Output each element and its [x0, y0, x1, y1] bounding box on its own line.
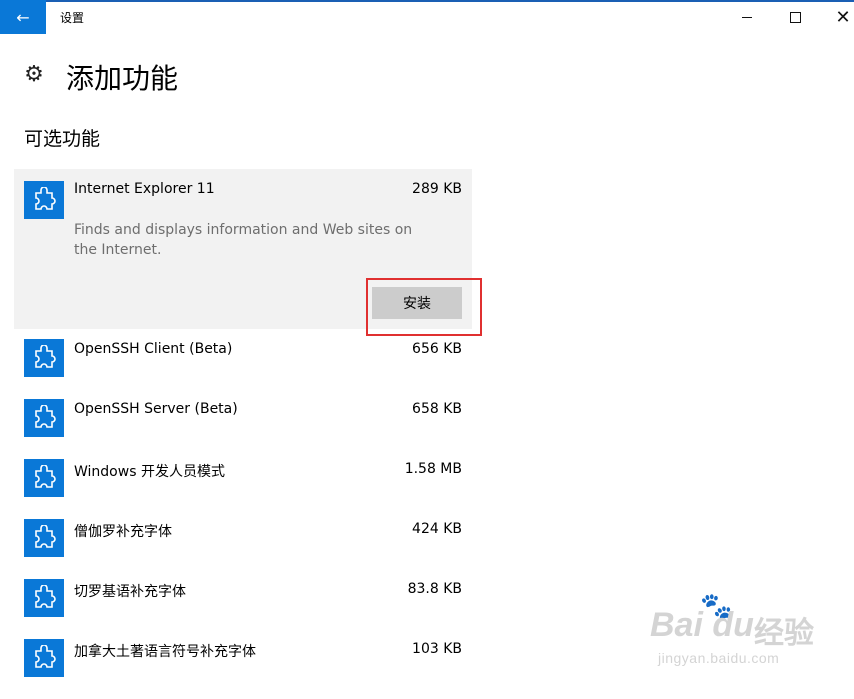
- watermark-url: jingyan.baidu.com: [658, 650, 780, 666]
- puzzle-piece-icon: [35, 187, 56, 210]
- puzzle-piece-icon: [24, 181, 64, 219]
- highlight-annotation-box: [366, 278, 482, 336]
- puzzle-piece-icon: [35, 585, 56, 608]
- optional-features-list: Internet Explorer 11 289 KB Finds and di…: [14, 169, 472, 699]
- feature-name: 切罗基语补充字体: [74, 584, 186, 600]
- feature-size: 424 KB: [412, 521, 462, 537]
- back-button[interactable]: ←: [0, 0, 46, 34]
- puzzle-piece-icon: [35, 645, 56, 668]
- watermark-logo: Bai du: [650, 606, 754, 644]
- close-button[interactable]: ✕: [820, 0, 854, 34]
- puzzle-piece-icon: [35, 465, 56, 488]
- feature-size: 83.8 KB: [407, 581, 462, 597]
- puzzle-piece-icon: [35, 525, 56, 548]
- section-title: 可选功能: [24, 128, 101, 150]
- puzzle-piece-icon: [35, 345, 56, 368]
- feature-size: 656 KB: [412, 341, 462, 357]
- feature-name: OpenSSH Client (Beta): [74, 341, 233, 357]
- window-title: 设置: [60, 11, 85, 25]
- watermark-brand: 经验: [754, 616, 814, 651]
- feature-item[interactable]: Windows 开发人员模式 1.58 MB: [14, 459, 472, 519]
- puzzle-piece-icon: [24, 579, 64, 617]
- feature-size: 103 KB: [412, 641, 462, 657]
- feature-name: OpenSSH Server (Beta): [74, 401, 238, 417]
- feature-size: 658 KB: [412, 401, 462, 417]
- puzzle-piece-icon: [24, 339, 64, 377]
- maximize-icon: [789, 11, 801, 23]
- puzzle-piece-icon: [24, 399, 64, 437]
- page-title: 添加功能: [66, 62, 179, 95]
- feature-name: Internet Explorer 11: [74, 181, 215, 197]
- maximize-button[interactable]: [772, 0, 818, 34]
- watermark: 🐾 Bai du 经验 jingyan.baidu.com: [650, 592, 850, 688]
- close-icon: ✕: [835, 6, 851, 28]
- feature-item[interactable]: 僧伽罗补充字体 424 KB: [14, 519, 472, 579]
- puzzle-piece-icon: [35, 405, 56, 428]
- title-bar: ← 设置 ✕: [0, 0, 854, 34]
- feature-name: Windows 开发人员模式: [74, 464, 225, 480]
- feature-description: Finds and displays information and Web s…: [74, 222, 413, 258]
- feature-name: 加拿大土著语言符号补充字体: [74, 644, 256, 660]
- minimize-icon: [742, 16, 752, 18]
- puzzle-piece-icon: [24, 519, 64, 557]
- puzzle-piece-icon: [24, 639, 64, 677]
- feature-item[interactable]: 加拿大土著语言符号补充字体 103 KB: [14, 639, 472, 699]
- feature-size: 289 KB: [412, 181, 462, 197]
- gear-icon: ⚙: [24, 62, 44, 87]
- feature-item[interactable]: 切罗基语补充字体 83.8 KB: [14, 579, 472, 639]
- arrow-left-icon: ←: [16, 7, 30, 27]
- feature-item[interactable]: OpenSSH Server (Beta) 658 KB: [14, 399, 472, 459]
- feature-item[interactable]: OpenSSH Client (Beta) 656 KB: [14, 339, 472, 399]
- feature-rows: OpenSSH Client (Beta) 656 KB OpenSSH Serve…: [14, 339, 472, 699]
- minimize-button[interactable]: [724, 0, 770, 34]
- feature-name: 僧伽罗补充字体: [74, 524, 172, 540]
- puzzle-piece-icon: [24, 459, 64, 497]
- feature-size: 1.58 MB: [404, 461, 462, 477]
